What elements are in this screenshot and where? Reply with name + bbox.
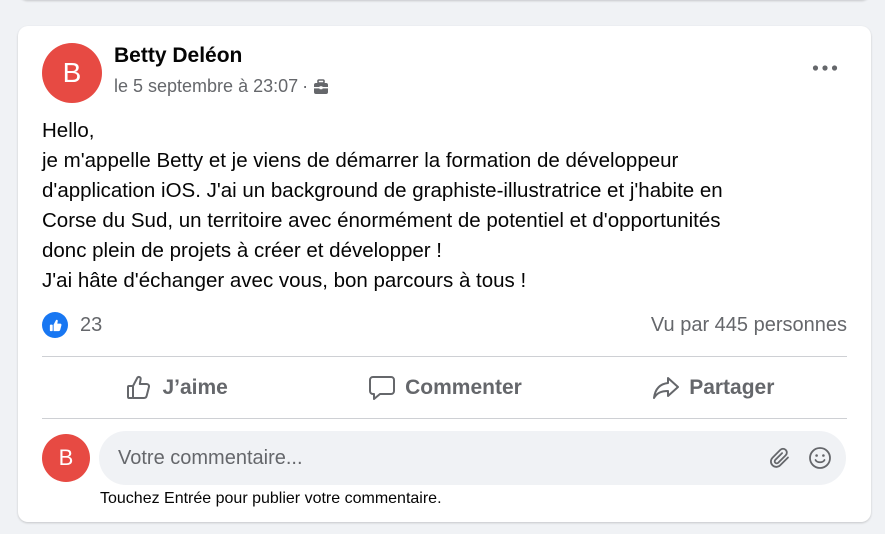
paperclip-icon[interactable] bbox=[766, 444, 794, 472]
reactions-summary[interactable]: 23 bbox=[42, 312, 102, 338]
like-button-label: J’aime bbox=[162, 376, 228, 399]
post-text-line: J'ai hâte d'échanger avec vous, bon parc… bbox=[42, 269, 527, 292]
post-stats: 23 Vu par 445 personnes bbox=[42, 312, 847, 338]
comment-box bbox=[99, 431, 846, 485]
post-card: B Betty Deléon le 5 septembre à 23:07 · … bbox=[18, 26, 871, 522]
post-text-line: Hello, bbox=[42, 119, 95, 142]
divider bbox=[42, 356, 847, 357]
comment-button[interactable]: Commenter bbox=[310, 373, 578, 403]
post-text-line: d'application iOS. J'ai un background de… bbox=[42, 179, 723, 202]
share-button[interactable]: Partager bbox=[579, 373, 847, 403]
comment-bubble-icon bbox=[369, 376, 396, 400]
comment-button-label: Commenter bbox=[405, 376, 522, 399]
commenter-avatar-initial: B bbox=[58, 445, 74, 470]
comment-hint: Touchez Entrée pour publier votre commen… bbox=[100, 490, 442, 507]
commenter-avatar: B bbox=[42, 434, 90, 482]
briefcase-icon bbox=[312, 78, 330, 96]
emoji-icon[interactable] bbox=[806, 444, 834, 472]
meta-separator: · bbox=[302, 76, 309, 96]
more-options-icon[interactable] bbox=[807, 56, 843, 80]
like-reaction-icon bbox=[42, 312, 68, 338]
post-actions: J’aime Commenter Partager bbox=[42, 360, 847, 416]
like-button[interactable]: J’aime bbox=[42, 373, 310, 403]
author-avatar[interactable]: B bbox=[42, 43, 102, 103]
post-text: Hello, je m'appelle Betty et je viens de… bbox=[42, 116, 842, 296]
post-meta: le 5 septembre à 23:07 · bbox=[114, 76, 330, 97]
post-text-line: donc plein de projets à créer et dévelop… bbox=[42, 239, 443, 262]
author-name[interactable]: Betty Deléon bbox=[114, 44, 242, 68]
thumbs-up-icon bbox=[127, 375, 151, 399]
share-arrow-icon bbox=[653, 377, 680, 399]
view-count: Vu par 445 personnes bbox=[650, 313, 847, 336]
comment-input[interactable] bbox=[99, 431, 766, 485]
post-date[interactable]: le 5 septembre à 23:07 bbox=[114, 76, 298, 97]
post-text-line: Corse du Sud, un territoire avec énormém… bbox=[42, 209, 721, 232]
post-text-line: je m'appelle Betty et je viens de démarr… bbox=[42, 149, 679, 172]
like-count: 23 bbox=[80, 313, 103, 336]
share-button-label: Partager bbox=[689, 376, 775, 399]
author-avatar-initial: B bbox=[62, 57, 82, 88]
divider bbox=[42, 418, 847, 419]
